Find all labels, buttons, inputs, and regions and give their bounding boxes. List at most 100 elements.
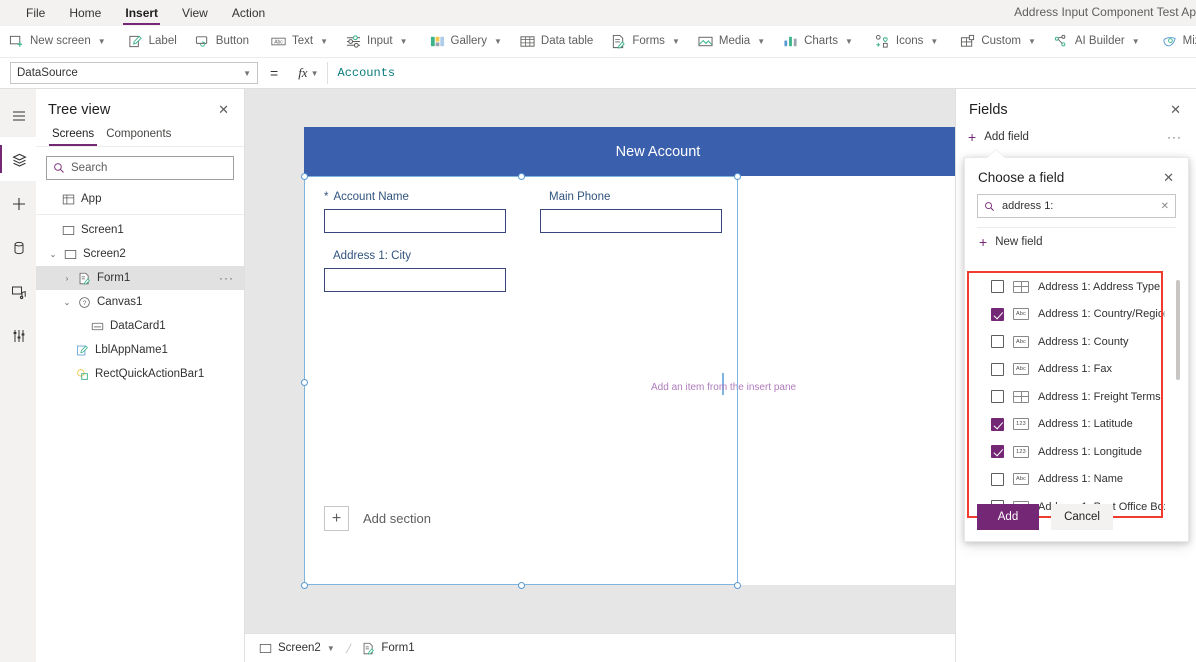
field-checkbox[interactable] — [991, 472, 1004, 486]
ribbon-forms-label: Forms — [632, 34, 665, 47]
close-icon[interactable]: ✕ — [215, 101, 232, 118]
ribbon-new-screen[interactable]: New screen ▼ — [0, 29, 115, 55]
field-search-input[interactable]: address 1: ✕ — [977, 194, 1176, 218]
breadcrumb-screen[interactable]: Screen2 ▼ — [259, 642, 335, 655]
database-icon — [11, 240, 26, 255]
ribbon-label[interactable]: Label — [119, 29, 186, 55]
address1-city-input[interactable] — [324, 268, 506, 292]
chevron-down-icon[interactable]: ⌄ — [62, 298, 72, 307]
tree-node-datacard1[interactable]: DataCard1 — [36, 314, 244, 338]
fx-button[interactable]: fx ▼ — [290, 65, 326, 81]
chevron-down-icon[interactable]: ⌄ — [48, 250, 58, 259]
selection-handle-top-right[interactable] — [734, 173, 741, 180]
menu-home[interactable]: Home — [57, 2, 113, 25]
menu-insert[interactable]: Insert — [113, 2, 170, 25]
tree-node-form1[interactable]: › Form1 ··· — [36, 266, 244, 290]
chevron-right-icon[interactable]: › — [62, 274, 72, 283]
field-type-number-icon: 123 — [1013, 418, 1029, 431]
ribbon-charts[interactable]: Charts ▼ — [774, 29, 862, 55]
insert-pane-hint: Add an item from the insert pane — [651, 382, 797, 393]
ribbon-button[interactable]: Button — [186, 29, 258, 55]
field-checkbox[interactable] — [991, 390, 1004, 404]
required-asterisk: * — [324, 191, 329, 203]
canvas-icon: ? — [78, 296, 91, 309]
field-row[interactable]: Address 1: Freight Terms — [969, 383, 1165, 411]
fields-panel-header: Fields ✕ — [956, 89, 1196, 126]
field-row[interactable]: Abc Address 1: Fax — [969, 356, 1165, 384]
field-checkbox[interactable] — [991, 445, 1004, 459]
tab-components[interactable]: Components — [100, 124, 177, 146]
field-checkbox[interactable] — [991, 307, 1004, 321]
field-checkbox[interactable] — [991, 362, 1004, 376]
field-checkbox[interactable] — [991, 417, 1004, 431]
insert-button[interactable] — [0, 181, 36, 225]
account-name-input[interactable] — [324, 209, 506, 233]
selection-handle-bottom-right[interactable] — [734, 582, 741, 589]
selection-handle-top-center[interactable] — [518, 173, 525, 180]
field-name: Address 1: Fax — [1038, 363, 1112, 376]
ribbon-input[interactable]: Input ▼ — [337, 29, 417, 55]
menu-view[interactable]: View — [170, 2, 220, 25]
cancel-button[interactable]: Cancel — [1051, 504, 1113, 530]
tree-node-screen1[interactable]: Screen1 — [36, 218, 244, 242]
form-header: New Account — [304, 127, 955, 176]
close-icon[interactable]: ✕ — [1160, 169, 1177, 186]
equals-sign: = — [270, 65, 279, 81]
data-button[interactable] — [0, 225, 36, 269]
main-phone-input[interactable] — [540, 209, 722, 233]
property-selector[interactable]: DataSource ▼ — [10, 62, 258, 84]
fields-more-icon[interactable]: ··· — [1167, 130, 1182, 144]
media-button[interactable] — [0, 269, 36, 313]
form-icon — [78, 272, 91, 285]
chevron-down-icon[interactable]: ▼ — [327, 644, 335, 653]
ribbon-custom[interactable]: Custom ▼ — [951, 29, 1045, 55]
tree-node-app[interactable]: App — [36, 187, 244, 211]
advanced-button[interactable] — [0, 313, 36, 357]
field-row[interactable]: Abc Address 1: Country/Region — [969, 301, 1165, 329]
ribbon-mixed-reality[interactable]: Mixed Reality ▼ — [1153, 29, 1196, 55]
field-row[interactable]: 123 Address 1: Latitude — [969, 411, 1165, 439]
formula-input[interactable]: Accounts — [338, 66, 396, 80]
selection-handle-bottom-center[interactable] — [518, 582, 525, 589]
selection-handle-mid-left[interactable] — [301, 379, 308, 386]
screen-icon — [62, 224, 75, 237]
hamburger-menu-button[interactable] — [0, 93, 36, 137]
ribbon-gallery[interactable]: Gallery ▼ — [421, 29, 511, 55]
ribbon-data-table[interactable]: Data table — [511, 29, 602, 55]
field-checkbox[interactable] — [991, 335, 1004, 349]
tab-screens[interactable]: Screens — [46, 124, 100, 146]
plus-icon: + — [968, 129, 977, 145]
chevron-down-icon: ▼ — [399, 37, 408, 46]
tree-node-screen2[interactable]: ⌄ Screen2 — [36, 242, 244, 266]
menu-action[interactable]: Action — [220, 2, 277, 25]
ribbon-ai-builder[interactable]: AI Builder ▼ — [1045, 29, 1149, 55]
clear-search-icon[interactable]: ✕ — [1161, 201, 1169, 212]
field-row[interactable]: Abc Address 1: Name — [969, 466, 1165, 494]
close-icon[interactable]: ✕ — [1167, 101, 1184, 118]
add-section-button[interactable]: + Add section — [324, 506, 431, 531]
menu-file[interactable]: File — [14, 2, 57, 25]
ribbon-forms[interactable]: Forms ▼ — [602, 29, 689, 55]
ribbon-text[interactable]: Abc Text ▼ — [262, 29, 337, 55]
field-list-scrollbar[interactable] — [1176, 280, 1180, 380]
tree-search-input[interactable]: Search — [46, 156, 234, 180]
tree-node-rectquickactionbar1[interactable]: RectQuickActionBar1 — [36, 362, 244, 386]
tree-node-lblappname1[interactable]: LblAppName1 — [36, 338, 244, 362]
ribbon-icons[interactable]: Icons ▼ — [866, 29, 947, 55]
tree-view-button[interactable] — [0, 137, 36, 181]
selection-handle-top-left[interactable] — [301, 173, 308, 180]
gallery-icon — [430, 34, 445, 49]
new-field-button[interactable]: + New field — [965, 228, 1188, 256]
ribbon-media[interactable]: Media ▼ — [689, 29, 774, 55]
field-checkbox-list[interactable]: Address 1: Address Type Abc Address 1: C… — [969, 273, 1165, 516]
add-button[interactable]: Add — [977, 504, 1039, 530]
tree-node-canvas1[interactable]: ⌄ ? Canvas1 — [36, 290, 244, 314]
field-checkbox[interactable] — [991, 280, 1004, 294]
field-row[interactable]: 123 Address 1: Longitude — [969, 438, 1165, 466]
tree-node-more-icon[interactable]: ··· — [219, 271, 234, 285]
add-field-button[interactable]: + Add field ··· — [956, 126, 1196, 150]
breadcrumb-control[interactable]: Form1 — [362, 642, 415, 655]
selection-handle-bottom-left[interactable] — [301, 582, 308, 589]
field-row[interactable]: Address 1: Address Type — [969, 273, 1165, 301]
field-row[interactable]: Abc Address 1: County — [969, 328, 1165, 356]
